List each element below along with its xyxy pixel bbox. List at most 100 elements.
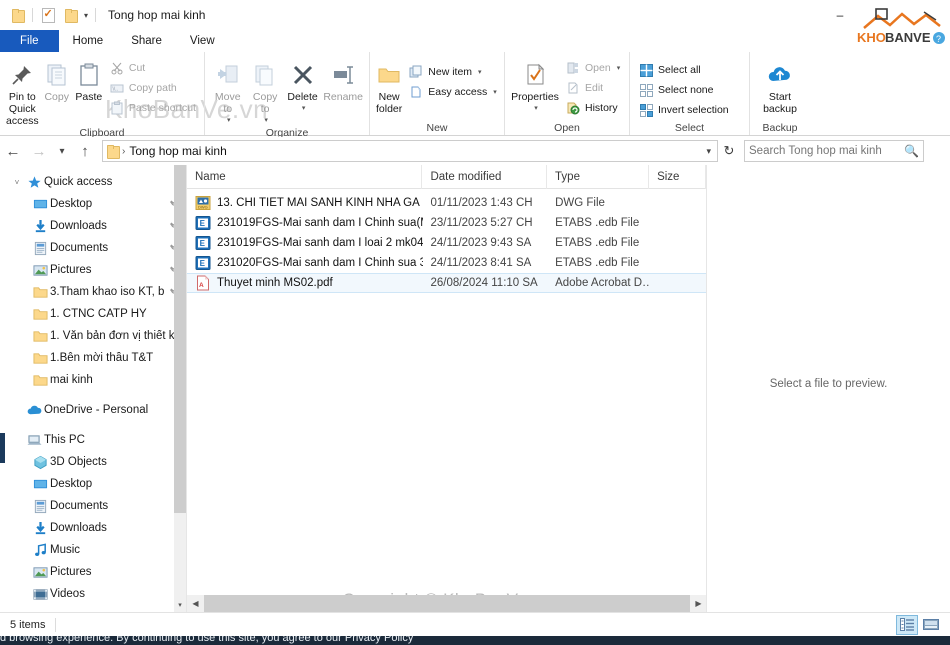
tab-share[interactable]: Share	[117, 30, 176, 52]
sidebar-item-this-pc[interactable]: This PC	[0, 429, 186, 451]
select-commands: Select all Select none Invert selection	[634, 56, 733, 120]
sidebar-item-pictures[interactable]: Pictures ✒	[0, 259, 186, 281]
table-row[interactable]: A Thuyet minh MS02.pdf 26/08/2024 11:10 SA…	[187, 273, 706, 293]
large-icons-view-icon[interactable]	[920, 615, 942, 635]
sidebar-item-1-ctnc-catp-hy[interactable]: 1. CTNC CATP HY	[0, 303, 186, 325]
copy-path-label: Copy path	[128, 82, 177, 94]
cut-label: Cut	[128, 62, 146, 74]
select-all-icon	[638, 62, 654, 78]
tab-file[interactable]: File	[0, 30, 59, 52]
sidebar-item-videos[interactable]: Videos	[0, 583, 186, 605]
customize-caret-icon[interactable]: ▾	[81, 11, 91, 20]
sidebar-item-quick-access[interactable]: ˅ Quick access	[0, 171, 186, 193]
history-button[interactable]: History	[561, 98, 624, 118]
tab-view[interactable]: View	[176, 30, 229, 52]
edit-button[interactable]: Edit	[561, 78, 624, 98]
search-input[interactable]: Search Tong hop mai kinh 🔍	[744, 140, 924, 162]
delete-button[interactable]: Delete ▾	[284, 56, 321, 115]
paste-button[interactable]: Paste	[73, 56, 105, 103]
column-header-name-label: Name	[195, 170, 226, 183]
invert-selection-button[interactable]: Invert selection	[634, 100, 733, 120]
folder-icon[interactable]	[6, 4, 28, 26]
properties-icon[interactable]	[37, 4, 59, 26]
nav-scrollbar-thumb[interactable]	[174, 165, 186, 513]
sidebar-item-onedrive-personal[interactable]: OneDrive - Personal	[0, 399, 186, 421]
new-item-button[interactable]: New item ▾	[404, 62, 500, 82]
chevron-down-icon[interactable]: ˅	[10, 178, 24, 187]
scroll-right-icon[interactable]: ▶	[690, 595, 706, 612]
history-icon	[565, 100, 581, 116]
minimize-button[interactable]: –	[818, 0, 862, 30]
easy-access-button[interactable]: Easy access ▾	[404, 82, 500, 102]
sidebar-item-music[interactable]: Music	[0, 539, 186, 561]
details-view-icon[interactable]	[896, 614, 918, 635]
sidebar-item-1-b-n-m-i-th-u-t-t[interactable]: 1.Bên mời thầu T&T	[0, 347, 186, 369]
refresh-icon[interactable]: ↻	[718, 140, 740, 162]
select-all-button[interactable]: Select all	[634, 60, 733, 80]
sidebar-item-pictures[interactable]: Pictures	[0, 561, 186, 583]
move-to-button[interactable]: Move to ▾	[209, 56, 246, 127]
start-backup-button[interactable]: Start backup	[754, 56, 806, 115]
column-header-date-modified[interactable]: Date modified	[422, 165, 548, 189]
breadcrumb[interactable]: › Tong hop mai kinh ▾	[102, 140, 718, 162]
table-row[interactable]: E 231020FGS-Mai sanh dam I Chinh sua 3m… 2…	[187, 253, 706, 273]
column-header-type[interactable]: Type	[547, 165, 650, 189]
file-list-hscrollbar[interactable]: ◀ ▶	[187, 595, 706, 612]
copy-button[interactable]: Copy	[41, 56, 73, 103]
copy-to-button[interactable]: Copy to ▾	[246, 56, 283, 127]
copy-path-button[interactable]: \\.. Copy path	[105, 78, 200, 98]
scissors-icon	[109, 60, 125, 76]
cut-button[interactable]: Cut	[105, 58, 200, 78]
column-header-size[interactable]: Size	[649, 165, 706, 189]
up-arrow-icon[interactable]: ↑	[72, 138, 98, 164]
sidebar-item-documents[interactable]: Documents	[0, 495, 186, 517]
pin-to-quick-access-button[interactable]: Pin to Quick access	[4, 56, 41, 127]
new-folder-icon[interactable]	[59, 4, 81, 26]
cookie-banner-text: d browsing experience. By continuing to …	[0, 636, 414, 644]
scroll-left-icon[interactable]: ◀	[187, 595, 204, 612]
forward-arrow-icon[interactable]: →	[26, 138, 52, 164]
view-toggles	[896, 614, 950, 635]
copy-to-label: Copy to	[252, 91, 278, 115]
sidebar-item-downloads[interactable]: Downloads ✒	[0, 215, 186, 237]
select-none-button[interactable]: Select none	[634, 80, 733, 100]
file-type-cell: ETABS .edb File	[555, 257, 640, 269]
file-type-cell: ETABS .edb File	[555, 217, 640, 229]
copy-icon	[44, 59, 70, 91]
new-folder-button[interactable]: New folder	[374, 56, 404, 115]
properties-button[interactable]: Properties ▾	[509, 56, 561, 115]
file-list-pane: ⌃ Name Date modified Type Size DWG 13. CH…	[186, 165, 706, 612]
select-none-icon	[638, 82, 654, 98]
sidebar-item-3-tham-khao-iso-kt-b[interactable]: 3.Tham khao iso KT, b ✒	[0, 281, 186, 303]
sidebar-item-documents[interactable]: Documents ✒	[0, 237, 186, 259]
copy-label: Copy	[44, 91, 69, 103]
tab-home[interactable]: Home	[58, 30, 118, 52]
maximize-button[interactable]	[862, 0, 906, 30]
select-all-label: Select all	[658, 64, 701, 76]
sidebar-item-downloads[interactable]: Downloads	[0, 517, 186, 539]
table-row[interactable]: E 231019FGS-Mai sanh dam I loai 2 mk04.E……	[187, 233, 706, 253]
sidebar-item-3d-objects[interactable]: 3D Objects	[0, 451, 186, 473]
sidebar-item-mai-kinh[interactable]: mai kinh	[0, 369, 186, 391]
chevron-down-icon[interactable]: ▾	[706, 146, 713, 157]
column-header-name[interactable]: ⌃ Name	[187, 165, 423, 189]
hscrollbar-thumb[interactable]	[204, 595, 690, 612]
table-row[interactable]: E 231019FGS-Mai sanh dam I Chinh sua(MS… 2…	[187, 213, 706, 233]
ribbon-group-organize: Move to ▾ Copy to ▾ Delete ▾ Rename Orga…	[205, 52, 370, 139]
nav-scrollbar[interactable]: ▾	[174, 165, 186, 612]
rename-button[interactable]: Rename	[321, 56, 365, 103]
paste-shortcut-button[interactable]: Paste shortcut	[105, 98, 200, 118]
table-row[interactable]: DWG 13. CHI TIET MAI SANH KINH NHA GA .d……	[187, 193, 706, 213]
close-button[interactable]	[906, 0, 950, 30]
hscrollbar-track[interactable]	[204, 595, 690, 612]
ribbon-group-label-backup: Backup	[762, 121, 798, 134]
scroll-down-icon[interactable]: ▾	[174, 598, 186, 612]
sidebar-item-desktop[interactable]: Desktop ✒	[0, 193, 186, 215]
sidebar-item-desktop[interactable]: Desktop	[0, 473, 186, 495]
ribbon: KhoBanVe.vn Pin to Quick access Copy Pas…	[0, 52, 950, 139]
folder-icon	[30, 329, 50, 344]
open-button[interactable]: Open ▾	[561, 58, 624, 78]
recent-locations-icon[interactable]: ▾	[52, 138, 72, 164]
sidebar-item-1-v-n-b-n-n-v-thi-t-k[interactable]: 1. Văn bản đơn vị thiết kế	[0, 325, 186, 347]
back-arrow-icon[interactable]: ←	[0, 138, 26, 164]
